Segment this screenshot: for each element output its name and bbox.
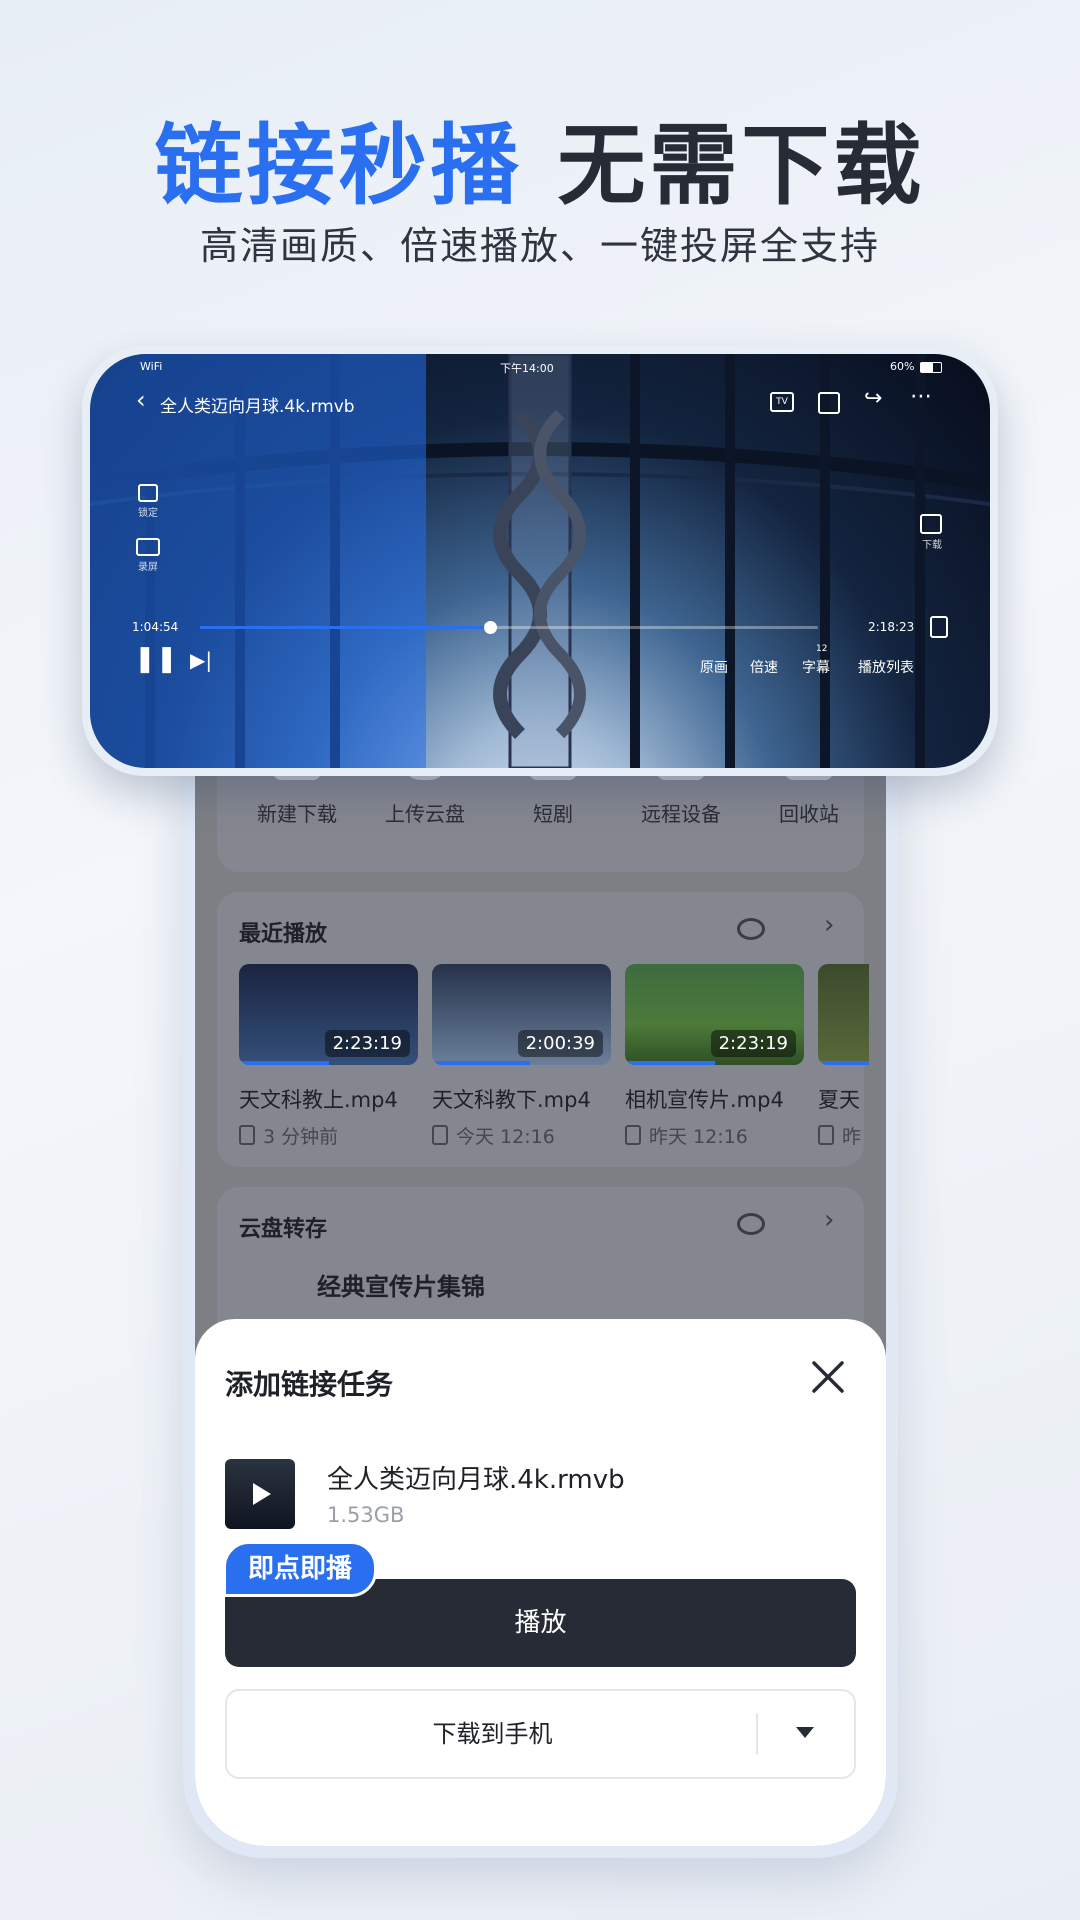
battery-icon xyxy=(920,362,942,373)
subtitle-count: 12 xyxy=(816,644,828,654)
headline: 链接秒播 无需下载 xyxy=(0,95,1080,222)
close-icon[interactable] xyxy=(808,1357,848,1397)
add-link-sheet: 添加链接任务 全人类迈向月球.4k.rmvb 1.53GB 即点即播 播放 下载… xyxy=(195,1319,886,1846)
share-icon[interactable]: ↪ xyxy=(864,386,882,411)
phone-mockup: 新建下载 上传云盘 短剧 远程设备 回收站 最近播放 › 2:23:19 天文科… xyxy=(183,680,898,1858)
recent-time: 昨 xyxy=(818,1122,861,1149)
screen-record-icon[interactable] xyxy=(136,538,160,556)
phone-screen: 新建下载 上传云盘 短剧 远程设备 回收站 最近播放 › 2:23:19 天文科… xyxy=(195,692,886,1846)
phone-icon xyxy=(625,1125,641,1145)
chevron-down-icon[interactable] xyxy=(796,1727,814,1738)
watch-progress-bar xyxy=(239,1061,329,1065)
rotate-screen-icon[interactable] xyxy=(930,616,948,638)
file-name: 全人类迈向月球.4k.rmvb xyxy=(327,1465,625,1495)
phone-icon xyxy=(239,1125,255,1145)
quality-button[interactable]: 原画 xyxy=(700,657,728,677)
tool-label: 回收站 xyxy=(779,802,839,826)
play-icon xyxy=(253,1483,271,1505)
recent-name: 天文科教上.mp4 xyxy=(239,1088,398,1112)
recent-title: 最近播放 xyxy=(239,922,328,947)
phone-icon xyxy=(432,1125,448,1145)
recent-thumb[interactable]: 2:23:19 xyxy=(239,964,418,1065)
recent-name: 夏天 xyxy=(818,1088,860,1112)
more-icon[interactable]: ⋯ xyxy=(910,384,932,409)
recent-thumb[interactable]: 2:23:19 xyxy=(625,964,804,1065)
back-icon[interactable]: ‹ xyxy=(136,386,146,414)
lock-icon[interactable] xyxy=(138,484,158,502)
download-to-phone-button[interactable]: 下载到手机 xyxy=(225,1689,856,1779)
landscape-player-mockup: WiFi 下午14:00 60% ‹ 全人类迈向月球.4k.rmvb TV ↪ … xyxy=(82,346,998,776)
subtitle-button[interactable]: 字幕 xyxy=(802,657,830,677)
subheadline: 高清画质、倍速播放、一键投屏全支持 xyxy=(199,224,880,268)
sheet-title: 添加链接任务 xyxy=(225,1368,394,1401)
next-icon[interactable]: ▶| xyxy=(190,648,212,672)
total-time: 2:18:23 xyxy=(868,620,915,634)
cloud-title: 云盘转存 xyxy=(239,1217,328,1242)
cloud-item-name[interactable]: 经典宣传片集锦 xyxy=(317,1267,485,1302)
eye-icon[interactable] xyxy=(737,918,765,940)
video-player[interactable]: WiFi 下午14:00 60% ‹ 全人类迈向月球.4k.rmvb TV ↪ … xyxy=(90,354,990,768)
headline-blue: 链接秒播 xyxy=(154,114,523,217)
seek-bar[interactable] xyxy=(200,621,818,634)
chevron-right-icon[interactable]: › xyxy=(824,1205,834,1235)
duration-label: 2:23:19 xyxy=(710,1030,796,1057)
status-network: WiFi xyxy=(140,360,163,373)
recent-time: 3 分钟前 xyxy=(239,1122,338,1149)
recent-time: 昨天 12:16 xyxy=(625,1122,748,1149)
pip-icon[interactable] xyxy=(818,392,840,414)
watch-progress-bar xyxy=(625,1061,715,1065)
playlist-button[interactable]: 播放列表 xyxy=(858,657,914,677)
phone-icon xyxy=(818,1125,834,1145)
tool-label: 新建下载 xyxy=(257,802,337,826)
recent-name: 相机宣传片.mp4 xyxy=(625,1088,784,1112)
download-label: 下载到手机 xyxy=(432,1720,553,1748)
duration-label: 2:23:19 xyxy=(324,1030,410,1057)
headline-dark: 无需下载 xyxy=(557,114,926,217)
divider xyxy=(756,1713,758,1755)
tool-label: 短剧 xyxy=(533,802,573,826)
eye-icon[interactable] xyxy=(737,1213,765,1235)
lock-label: 锁定 xyxy=(138,508,158,519)
watch-progress-bar xyxy=(818,1061,869,1065)
recent-name: 天文科教下.mp4 xyxy=(432,1088,591,1112)
seek-fill xyxy=(200,626,491,629)
download-icon[interactable] xyxy=(920,514,942,534)
pause-icon[interactable]: ❚❚ xyxy=(134,644,178,674)
status-time: 下午14:00 xyxy=(500,362,554,375)
tool-label: 上传云盘 xyxy=(385,802,465,826)
video-title: 全人类迈向月球.4k.rmvb xyxy=(160,397,355,417)
recent-card: 最近播放 › 2:23:19 天文科教上.mp4 3 分钟前 2:00:39 天… xyxy=(217,892,869,1167)
recent-list: 2:23:19 天文科教上.mp4 3 分钟前 2:00:39 天文科教下.mp… xyxy=(239,964,869,1154)
recent-thumb[interactable]: 2:00:39 xyxy=(432,964,611,1065)
recent-time: 今天 12:16 xyxy=(432,1122,555,1149)
download-label: 下载 xyxy=(922,540,942,551)
file-thumbnail xyxy=(225,1459,295,1529)
speed-button[interactable]: 倍速 xyxy=(750,657,778,677)
tv-cast-icon[interactable]: TV xyxy=(770,392,794,412)
tool-label: 远程设备 xyxy=(641,802,721,826)
instant-play-badge: 即点即播 xyxy=(223,1541,378,1597)
chevron-right-icon[interactable]: › xyxy=(824,910,834,940)
record-label: 录屏 xyxy=(138,562,158,573)
file-size: 1.53GB xyxy=(327,1503,405,1527)
watch-progress-bar xyxy=(432,1061,531,1065)
recent-thumb[interactable] xyxy=(818,964,869,1065)
duration-label: 2:00:39 xyxy=(517,1030,603,1057)
current-time: 1:04:54 xyxy=(132,620,179,634)
status-battery: 60% xyxy=(890,360,915,373)
